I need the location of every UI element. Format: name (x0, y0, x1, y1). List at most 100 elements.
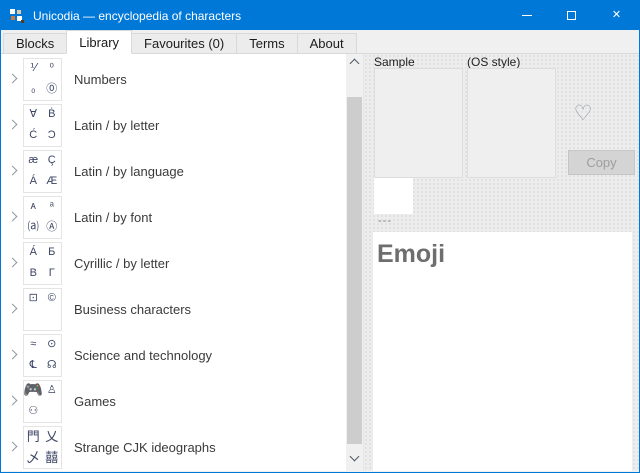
glyph-cell (43, 401, 62, 422)
library-row[interactable]: ≈⊙℄☊ Science and technology (1, 332, 346, 378)
library-row[interactable]: 🎮♙⚇ Games (1, 378, 346, 424)
tab-bar: BlocksLibraryFavourites (0)TermsAbout (1, 30, 639, 54)
copy-button[interactable]: Copy (568, 150, 635, 175)
tab-page-library: ⅟⁰₀⓪ Numbers ⱯḂĆƆ Latin / by letter æÇÁÆ… (1, 54, 639, 471)
glyph-cell: Г (43, 263, 62, 284)
category-icon: 🎮♙⚇ (23, 380, 62, 423)
glyph-cell: ⓪ (43, 79, 62, 100)
os-style-label: (OS style) (467, 55, 520, 69)
glyph-cell: 乄 (24, 447, 43, 468)
category-label: Numbers (74, 72, 127, 87)
glyph-cell: ᵃ (43, 197, 62, 218)
os-style-preview-box (467, 68, 556, 178)
category-icon: æÇÁÆ (23, 150, 62, 193)
scrollbar-thumb[interactable] (347, 97, 362, 444)
glyph-cell: ⊙ (43, 335, 62, 356)
tab-library[interactable]: Library (66, 30, 132, 54)
category-icon: ᴀᵃ⒜Ⓐ (23, 196, 62, 239)
window-title: Unicodia — encyclopedia of characters (33, 9, 504, 23)
glyph-cell: Ç (43, 151, 62, 172)
close-button[interactable]: ✕ (594, 1, 639, 30)
minimize-button[interactable] (504, 1, 549, 30)
glyph-cell: Ɔ (43, 125, 62, 146)
expand-chevron-icon[interactable] (5, 209, 21, 225)
library-row[interactable]: 門乂乄囍 Strange CJK ideographs (1, 424, 346, 470)
category-label: Games (74, 394, 116, 409)
app-logo-icon (9, 8, 25, 24)
expand-chevron-icon[interactable] (5, 255, 21, 271)
glyph-cell: Б (43, 243, 62, 264)
glyph-cell: Á (24, 171, 43, 192)
category-icon: ⱯḂĆƆ (23, 104, 62, 147)
expand-chevron-icon[interactable] (5, 347, 21, 363)
tab-terms[interactable]: Terms (236, 33, 297, 53)
category-label: Latin / by language (74, 164, 184, 179)
category-label: Latin / by letter (74, 118, 159, 133)
glyph-cell: ☊ (43, 355, 62, 376)
favourite-heart-icon[interactable]: ♡ (568, 98, 598, 128)
tab-favourites-0[interactable]: Favourites (0) (131, 33, 237, 53)
expand-chevron-icon[interactable] (5, 301, 21, 317)
category-label: Business characters (74, 302, 191, 317)
library-row[interactable]: А́БВГ Cyrillic / by letter (1, 240, 346, 286)
glyph-cell: Ɐ (24, 105, 43, 126)
glyph-cell: © (43, 289, 62, 310)
separator-dashes: --- (378, 215, 392, 227)
minimize-icon (522, 15, 532, 16)
expand-chevron-icon[interactable] (5, 163, 21, 179)
category-label: Latin / by font (74, 210, 152, 225)
glyph-cell: Ⓐ (43, 217, 62, 238)
library-row[interactable]: ᴀᵃ⒜Ⓐ Latin / by font (1, 194, 346, 240)
category-icon: ≈⊙℄☊ (23, 334, 62, 377)
tab-blocks[interactable]: Blocks (3, 33, 67, 53)
maximize-button[interactable] (549, 1, 594, 30)
category-tree: ⅟⁰₀⓪ Numbers ⱯḂĆƆ Latin / by letter æÇÁÆ… (1, 54, 346, 471)
library-row[interactable]: ⱯḂĆƆ Latin / by letter (1, 102, 346, 148)
expand-chevron-icon[interactable] (5, 439, 21, 455)
category-label: Strange CJK ideographs (74, 440, 216, 455)
library-row[interactable]: ⊡© Business characters (1, 286, 346, 332)
glyph-cell: 門 (24, 427, 43, 448)
glyph-cell (43, 309, 62, 330)
glyph-cell: ℄ (24, 355, 43, 376)
glyph-cell: 🎮 (24, 381, 43, 402)
library-row[interactable]: ⅟⁰₀⓪ Numbers (1, 56, 346, 102)
glyph-cell: Ḃ (43, 105, 62, 126)
glyph-cell: ᴀ (24, 197, 43, 218)
glyph-cell (24, 309, 43, 330)
detail-panel: Sample (OS style) ♡ Copy --- Emoji (363, 54, 639, 471)
scroll-down-icon[interactable] (346, 450, 363, 465)
glyph-cell: ⚇ (24, 401, 43, 422)
scroll-up-icon[interactable] (346, 54, 363, 69)
glyph-cell: ⅟ (24, 59, 43, 80)
glyph-cell: Æ (43, 171, 62, 192)
app-window: Unicodia — encyclopedia of characters ✕ … (0, 0, 640, 473)
glyph-cell: В (24, 263, 43, 284)
close-icon: ✕ (612, 10, 621, 21)
glyph-cell: ⊡ (24, 289, 43, 310)
category-icon: ⊡© (23, 288, 62, 331)
sample-preview-box (374, 68, 463, 178)
glyph-cell: Ć (24, 125, 43, 146)
library-row[interactable]: æÇÁÆ Latin / by language (1, 148, 346, 194)
category-label: Science and technology (74, 348, 212, 363)
category-icon: А́БВГ (23, 242, 62, 285)
expand-chevron-icon[interactable] (5, 117, 21, 133)
tab-about[interactable]: About (297, 33, 357, 53)
glyph-cell: ♙ (43, 381, 62, 402)
expand-chevron-icon[interactable] (5, 71, 21, 87)
tree-scrollbar[interactable] (346, 54, 363, 471)
glyph-cell: ₀ (24, 79, 43, 100)
glyph-cell: 乂 (43, 427, 62, 448)
expand-chevron-icon[interactable] (5, 393, 21, 409)
category-icon: ⅟⁰₀⓪ (23, 58, 62, 101)
glyph-cell: 囍 (43, 447, 62, 468)
sample-label: Sample (374, 55, 415, 69)
info-pane: Emoji (373, 232, 632, 471)
glyph-cell: ⒜ (24, 217, 43, 238)
glyph-cell: ≈ (24, 335, 43, 356)
glyph-cell: А́ (24, 243, 43, 264)
section-heading: Emoji (373, 232, 632, 269)
category-label: Cyrillic / by letter (74, 256, 169, 271)
maximize-icon (567, 11, 576, 20)
